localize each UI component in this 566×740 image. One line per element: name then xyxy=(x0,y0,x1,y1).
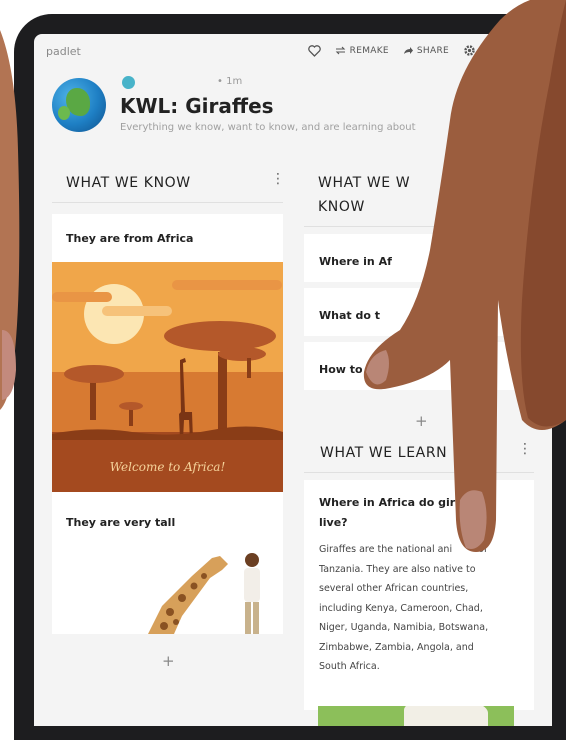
share-icon xyxy=(403,47,413,54)
page-subtitle: Everything we know, want to know, and ar… xyxy=(120,122,416,133)
heart-icon[interactable] xyxy=(307,44,321,57)
post-card[interactable]: They are very tall xyxy=(52,492,283,546)
column-divider xyxy=(304,472,534,473)
africa-illustration[interactable]: Welcome to Africa! xyxy=(52,262,283,492)
column-heading-want: WHAT WE W xyxy=(318,175,411,191)
post-title-line2: live? xyxy=(319,516,348,529)
map-thumbnail[interactable] xyxy=(318,706,514,726)
page-title: KWL: Giraffes xyxy=(120,94,274,118)
padlet-avatar-globe xyxy=(52,78,106,132)
post-time: • 1m xyxy=(217,76,243,87)
column-menu-icon[interactable]: ⋮ xyxy=(271,171,285,187)
post-card[interactable]: How to sleep? xyxy=(304,342,534,390)
top-bar: padlet REMAKE SHARE xyxy=(34,34,552,70)
padlet-screen: padlet REMAKE SHARE • 1m KWL: Giraffes E… xyxy=(34,34,552,726)
column-heading-want-line2: KNOW xyxy=(318,199,365,215)
toolbar-actions: REMAKE SHARE xyxy=(307,44,476,57)
share-label: SHARE xyxy=(416,45,449,56)
author-avatar[interactable] xyxy=(122,76,135,89)
gear-icon[interactable] xyxy=(463,44,476,57)
post-title: How to xyxy=(319,363,363,376)
post-card[interactable]: Where in Af xyxy=(304,234,534,282)
post-title: Where in Africa do gir xyxy=(319,496,456,509)
remake-icon xyxy=(335,46,345,55)
post-card[interactable]: What do t ? xyxy=(304,288,534,336)
post-title: They are very tall xyxy=(66,516,176,529)
column-menu-icon[interactable]: ⋮ xyxy=(518,441,532,457)
post-title: Where in Af xyxy=(319,255,392,268)
padlet-logo[interactable]: padlet xyxy=(46,45,81,58)
post-title: What do t xyxy=(319,309,380,322)
add-post-icon[interactable]: + xyxy=(415,412,428,430)
column-divider xyxy=(52,202,283,203)
column-heading-learned: WHAT WE LEARN xyxy=(320,445,448,461)
post-card[interactable]: Where in Africa do gir live? Giraffes ar… xyxy=(304,480,534,710)
savanna-scene xyxy=(52,321,283,440)
column-heading-know: WHAT WE KNOW xyxy=(66,175,191,191)
post-title-tail: ? xyxy=(434,309,441,322)
africa-caption: Welcome to Africa! xyxy=(109,460,226,474)
post-title: They are from Africa xyxy=(66,232,194,245)
remake-label: REMAKE xyxy=(349,45,389,56)
add-post-icon[interactable]: + xyxy=(162,652,175,670)
post-body: Giraffes are the national ani of Tanzania… xyxy=(319,544,489,672)
giraffe-photo[interactable] xyxy=(52,546,283,634)
post-title-tail: sleep? xyxy=(396,363,436,376)
giraffe-and-person-illustration xyxy=(148,553,260,634)
column-divider xyxy=(304,226,534,227)
share-button[interactable]: SHARE xyxy=(403,46,449,56)
remake-button[interactable]: REMAKE xyxy=(335,46,389,56)
post-card[interactable]: They are from Africa xyxy=(52,214,283,262)
